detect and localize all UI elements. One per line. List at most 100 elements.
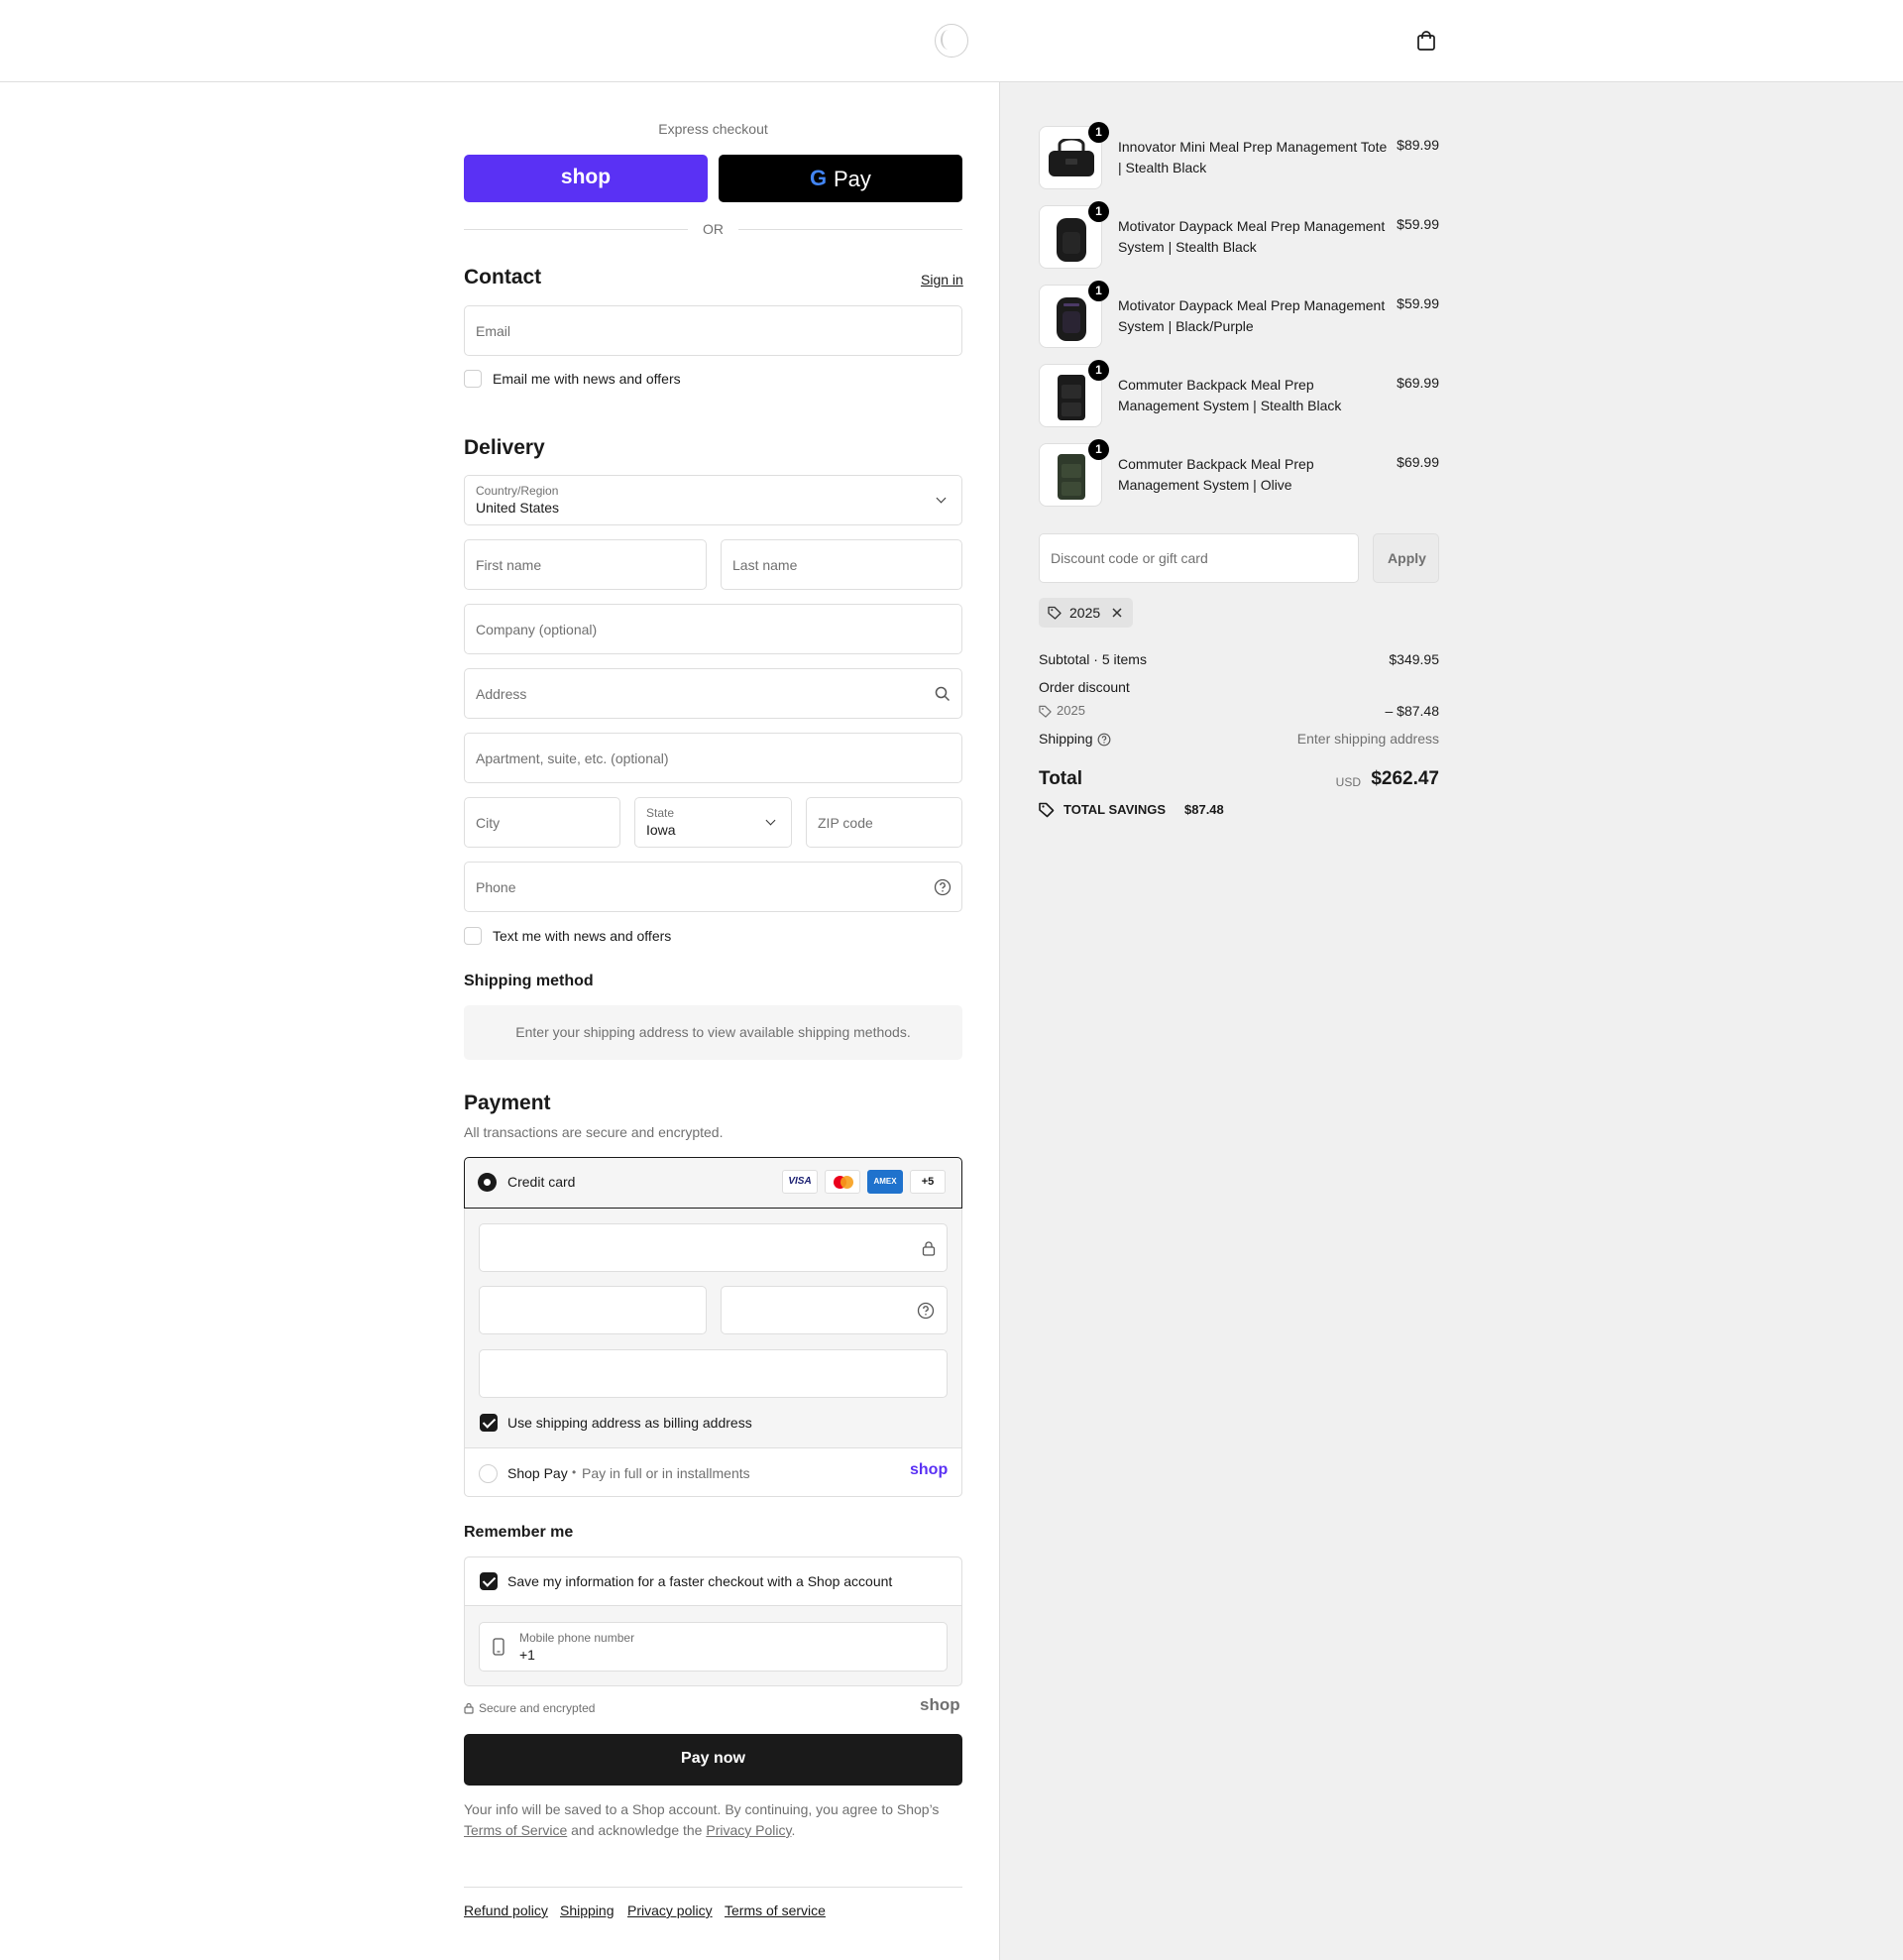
- credit-card-label: Credit card: [507, 1174, 576, 1190]
- quantity-badge: 1: [1088, 281, 1109, 301]
- total-label: Total: [1039, 768, 1082, 789]
- email-news-checkbox[interactable]: [464, 370, 482, 388]
- billing-address-checkbox[interactable]: [480, 1414, 498, 1432]
- mobile-phone-icon: [493, 1638, 504, 1656]
- secure-encrypted-text: Secure and encrypted: [479, 1701, 596, 1715]
- divider: [738, 229, 962, 230]
- shop-pay-description: Pay in full or in installments: [582, 1465, 750, 1481]
- name-on-card-field[interactable]: [479, 1349, 948, 1398]
- header: [0, 0, 1903, 82]
- shipping-policy-link[interactable]: Shipping: [560, 1902, 615, 1918]
- lock-icon: [464, 1702, 474, 1714]
- product-price: $69.99: [1397, 375, 1439, 391]
- product-name-line2: System | Stealth Black: [1118, 239, 1257, 255]
- applied-code: 2025: [1069, 605, 1101, 621]
- close-icon[interactable]: [1111, 607, 1123, 619]
- address-field[interactable]: Address: [464, 668, 962, 719]
- mastercard-icon: [825, 1170, 860, 1194]
- pay-now-button[interactable]: Pay now: [464, 1734, 962, 1786]
- apartment-field[interactable]: Apartment, suite, etc. (optional): [464, 733, 962, 783]
- help-icon[interactable]: [934, 878, 952, 896]
- more-cards-badge: +5: [910, 1170, 946, 1194]
- pay-now-label: Pay now: [681, 1750, 745, 1767]
- order-discount-label: Order discount: [1039, 679, 1130, 695]
- city-field[interactable]: City: [464, 797, 620, 848]
- total-savings-label: TOTAL SAVINGS: [1063, 802, 1167, 817]
- product-name: Motivator Daypack Meal Prep Management Sy…: [1118, 295, 1396, 337]
- security-code-field[interactable]: [721, 1286, 948, 1334]
- remember-me-heading: Remember me: [464, 1524, 574, 1541]
- zip-field[interactable]: ZIP code: [806, 797, 962, 848]
- bag-icon[interactable]: [1415, 30, 1437, 52]
- discount-code-field[interactable]: Discount code or gift card: [1039, 533, 1359, 583]
- product-name-line2: System | Black/Purple: [1118, 318, 1254, 334]
- privacy-policy-link[interactable]: Privacy Policy: [706, 1822, 791, 1838]
- google-pay-button[interactable]: G Pay: [719, 155, 962, 202]
- save-info-label: Save my information for a faster checkou…: [507, 1573, 893, 1589]
- subtotal-label: Subtotal · 5 items: [1039, 651, 1147, 667]
- legal-part3: .: [791, 1822, 796, 1838]
- address-placeholder: Address: [476, 685, 527, 702]
- shipping-method-heading: Shipping method: [464, 973, 594, 989]
- company-field[interactable]: Company (optional): [464, 604, 962, 654]
- last-name-placeholder: Last name: [732, 556, 798, 573]
- terms-of-service-footer-link[interactable]: Terms of service: [725, 1902, 826, 1918]
- product-name: Innovator Mini Meal Prep Management Tote…: [1118, 137, 1396, 178]
- discount-placeholder: Discount code or gift card: [1051, 550, 1208, 566]
- payment-subtitle: All transactions are secure and encrypte…: [464, 1124, 724, 1140]
- quantity-badge: 1: [1088, 201, 1109, 222]
- shop-logo: shop: [910, 1461, 949, 1478]
- shipping-method-notice: Enter your shipping address to view avai…: [464, 1005, 962, 1060]
- product-name: Motivator Daypack Meal Prep Management Sy…: [1118, 216, 1396, 258]
- refund-policy-link[interactable]: Refund policy: [464, 1902, 548, 1918]
- shipping-notice-text: Enter your shipping address to view avai…: [515, 1024, 911, 1040]
- product-price: $59.99: [1397, 295, 1439, 311]
- country-select[interactable]: Country/Region United States: [464, 475, 962, 525]
- text-news-label: Text me with news and offers: [493, 928, 672, 944]
- visa-icon: VISA: [782, 1170, 818, 1194]
- terms-of-service-link[interactable]: Terms of Service: [464, 1822, 567, 1838]
- legal-part2: and acknowledge the: [571, 1822, 703, 1838]
- total-value: $262.47: [1371, 768, 1439, 789]
- help-icon[interactable]: [917, 1302, 935, 1320]
- email-field[interactable]: Email: [464, 305, 962, 356]
- google-g-icon: G: [810, 166, 828, 190]
- state-label: State: [646, 806, 675, 820]
- expiration-field[interactable]: [479, 1286, 707, 1334]
- save-info-checkbox[interactable]: [480, 1572, 498, 1590]
- credit-card-option[interactable]: Credit card VISA AMEX +5: [464, 1157, 962, 1209]
- shop-pay-radio[interactable]: [479, 1464, 498, 1483]
- shop-pay-button[interactable]: shop: [464, 155, 708, 202]
- apply-button[interactable]: Apply: [1373, 533, 1439, 583]
- chevron-down-icon: [936, 493, 947, 504]
- subtotal-value: $349.95: [1389, 651, 1439, 667]
- shipping-value: Enter shipping address: [1296, 731, 1439, 747]
- contact-heading: Contact: [464, 266, 542, 288]
- privacy-policy-footer-link[interactable]: Privacy policy: [627, 1902, 713, 1918]
- legal-part1: Your info will be saved to a Shop accoun…: [464, 1801, 940, 1817]
- text-news-checkbox[interactable]: [464, 927, 482, 945]
- product-name-line2: | Stealth Black: [1118, 160, 1207, 175]
- product-name: Commuter Backpack Meal Prep Management Sy…: [1118, 375, 1396, 416]
- card-number-field[interactable]: [479, 1223, 948, 1272]
- mobile-phone-field[interactable]: Mobile phone number +1: [479, 1622, 948, 1672]
- apply-label: Apply: [1388, 550, 1426, 566]
- savings-tag-icon: [1039, 802, 1055, 818]
- last-name-field[interactable]: Last name: [721, 539, 962, 590]
- first-name-field[interactable]: First name: [464, 539, 707, 590]
- shop-pay-option[interactable]: Shop Pay • Pay in full or in installment…: [464, 1447, 962, 1497]
- discount-value: – $87.48: [1385, 703, 1440, 719]
- product-name-line1: Innovator Mini Meal Prep Management Tote: [1118, 139, 1388, 155]
- product-name-line2: Management System | Olive: [1118, 477, 1292, 493]
- product-name-line1: Commuter Backpack Meal Prep: [1118, 456, 1314, 472]
- store-logo[interactable]: [935, 24, 968, 58]
- applied-discount-tag: 2025: [1039, 598, 1133, 628]
- help-icon[interactable]: [1097, 733, 1111, 747]
- mobile-value: +1: [519, 1647, 535, 1663]
- sign-in-link[interactable]: Sign in: [921, 272, 963, 288]
- credit-card-radio[interactable]: [478, 1173, 497, 1192]
- phone-field[interactable]: Phone: [464, 862, 962, 912]
- total-savings-value: $87.48: [1184, 802, 1224, 817]
- phone-placeholder: Phone: [476, 878, 516, 895]
- state-select[interactable]: State Iowa: [634, 797, 792, 848]
